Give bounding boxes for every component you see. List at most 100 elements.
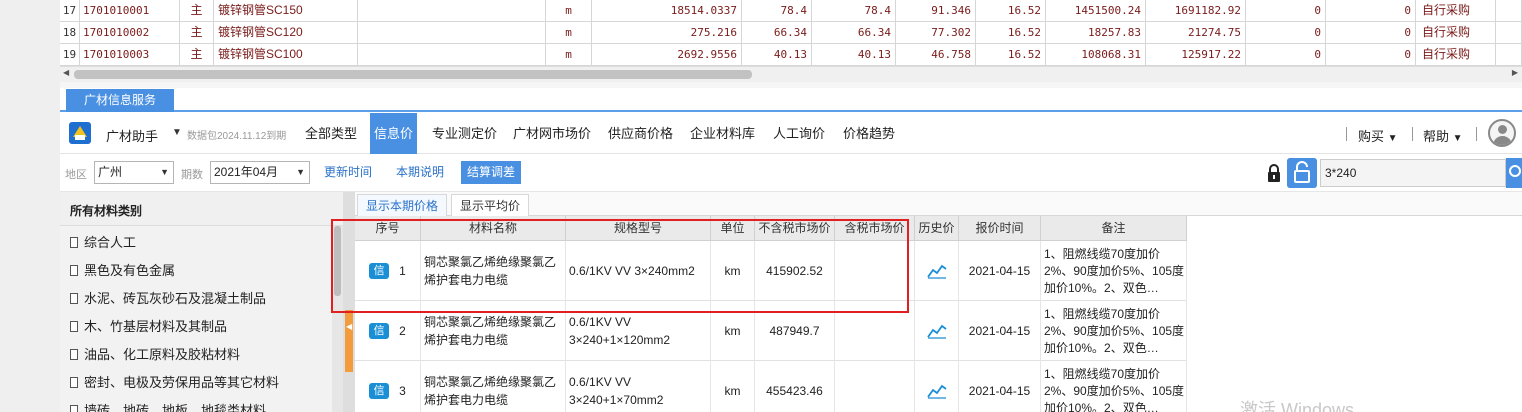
table-row[interactable]: 19 1701010003 主镀锌钢管SC100 m 2692.9556 40.13 40.… (60, 44, 1522, 66)
divider (1476, 127, 1477, 141)
table-cell: 125917.22 (1146, 44, 1246, 65)
scroll-right-arrow-icon[interactable]: ▶ (1512, 68, 1518, 77)
col-unit[interactable]: 单位 (711, 216, 755, 241)
tab-market-price[interactable]: 广材网市场价 (509, 113, 595, 154)
col-no[interactable]: 序号 (355, 216, 421, 241)
category-panel: 所有材料类别 综合人工 黑色及有色金属 水泥、砖瓦灰砂石及混凝土制品 木、竹基层… (60, 192, 343, 412)
guangcai-logo-icon (69, 122, 91, 144)
table-cell: 0 (1326, 0, 1416, 21)
buy-menu[interactable]: 购买 ▼ (1358, 126, 1398, 145)
settle-adjust-button[interactable]: 结算调差 (461, 161, 522, 184)
unit-cell: km (711, 241, 755, 301)
scrollbar-thumb[interactable] (334, 226, 341, 296)
table-cell (358, 0, 546, 21)
tab-average-price[interactable]: 显示平均价 (451, 194, 530, 216)
chevron-down-icon: ▼ (296, 167, 305, 177)
period-select[interactable]: 2021年04月 ▼ (210, 161, 310, 184)
price-subtabs: 显示本期价格 显示平均价 (355, 192, 1522, 216)
user-avatar-icon[interactable] (1488, 119, 1516, 147)
panel-splitter[interactable]: ◀ (343, 192, 355, 412)
tab-supplier-price[interactable]: 供应商价格 (604, 113, 677, 154)
tab-price-trend[interactable]: 价格趋势 (839, 113, 899, 154)
category-item[interactable]: 木、竹基层材料及其制品 (70, 316, 227, 336)
service-tabbar: 广材信息服务 (60, 88, 1522, 112)
table-cell: 主 (180, 44, 214, 65)
category-item[interactable]: 油品、化工原料及胶粘材料 (70, 344, 240, 364)
col-name[interactable]: 材料名称 (421, 216, 566, 241)
tab-manual-inquiry[interactable]: 人工询价 (769, 113, 829, 154)
col-history[interactable]: 历史价 (915, 216, 959, 241)
spec-cell: 0.6/1KV VV 3×240mm2 (566, 241, 711, 301)
category-scrollbar[interactable] (332, 226, 343, 412)
col-price-ex-tax[interactable]: 不含税市场价 (755, 216, 835, 241)
region-value: 广州 (98, 165, 123, 179)
table-cell: 镀锌钢管SC120 (214, 22, 358, 43)
note-cell: 1、阻燃线缆70度加价2%、90度加价5%、105度加价10%。2、双色… (1041, 361, 1187, 412)
lock-icon[interactable] (1263, 162, 1285, 184)
table-cell: 自行采购 (1416, 44, 1496, 65)
category-item[interactable]: 黑色及有色金属 (70, 260, 175, 280)
category-item-label: 黑色及有色金属 (84, 263, 176, 278)
category-item-label: 木、竹基层材料及其制品 (84, 319, 228, 334)
tab-material-info-service[interactable]: 广材信息服务 (66, 89, 174, 112)
scrollbar-thumb[interactable] (74, 70, 752, 79)
row-number: 1 (399, 264, 406, 278)
col-quote-date[interactable]: 报价时间 (959, 216, 1041, 241)
horizontal-scrollbar[interactable]: ◀ ▶ (60, 66, 1522, 82)
table-row[interactable]: 18 1701010002 主镀锌钢管SC120 m 275.216 66.34 66.34… (60, 22, 1522, 44)
buy-label: 购买 (1358, 129, 1385, 144)
unlock-icon[interactable] (1287, 158, 1317, 188)
tab-professional-price[interactable]: 专业测定价 (428, 113, 501, 154)
tab-all-types[interactable]: 全部类型 (301, 113, 361, 154)
collapse-handle[interactable] (345, 310, 353, 372)
col-price-in-tax[interactable]: 含税市场价 (835, 216, 915, 241)
category-item[interactable]: 水泥、砖瓦灰砂石及混凝土制品 (70, 288, 266, 308)
category-item[interactable]: 综合人工 (70, 232, 136, 252)
info-badge[interactable]: 信 (369, 383, 390, 399)
material-name-cell: 铜芯聚氯乙烯绝缘聚氯乙烯护套电力电缆 (421, 301, 566, 361)
table-cell: m (546, 0, 592, 21)
table-row[interactable]: 17 1701010001 主镀锌钢管SC150 m 18514.0337 78.4 78.… (60, 0, 1522, 22)
result-row[interactable]: 信 3 铜芯聚氯乙烯绝缘聚氯乙烯护套电力电缆 0.6/1KV VV 3×240+1×7… (355, 361, 1187, 412)
price-in-tax-cell (835, 361, 915, 412)
material-name-cell: 铜芯聚氯乙烯绝缘聚氯乙烯护套电力电缆 (421, 361, 566, 412)
tab-enterprise-library[interactable]: 企业材料库 (686, 113, 759, 154)
table-cell: 78.4 (812, 0, 896, 21)
unit-cell: km (711, 301, 755, 361)
history-cell (915, 241, 959, 301)
col-note[interactable]: 备注 (1041, 216, 1187, 241)
price-ex-tax-cell: 455423.46 (755, 361, 835, 412)
category-item[interactable]: 墙砖、地砖、地板、地毯类材料 (70, 400, 266, 412)
info-badge[interactable]: 信 (369, 263, 390, 279)
table-cell: m (546, 22, 592, 43)
app-menu-dropdown-icon[interactable]: ▼ (172, 127, 182, 138)
table-cell: 1701010001 (80, 0, 180, 21)
trend-chart-icon[interactable] (926, 263, 947, 279)
period-note-button[interactable]: 本期说明 (390, 161, 450, 184)
trend-chart-icon[interactable] (926, 323, 947, 339)
result-row[interactable]: 信 1 铜芯聚氯乙烯绝缘聚氯乙烯护套电力电缆 0.6/1KV VV 3×240mm2 k… (355, 241, 1187, 301)
table-cell: 46.758 (896, 44, 976, 65)
trend-chart-icon[interactable] (926, 383, 947, 399)
unit-cell: km (711, 361, 755, 412)
tab-current-price[interactable]: 显示本期价格 (357, 194, 448, 216)
table-cell: 18514.0337 (592, 0, 742, 21)
search-icon[interactable] (1506, 158, 1522, 188)
tab-info-price[interactable]: 信息价 (370, 113, 418, 154)
app-name[interactable]: 广材助手 (106, 126, 158, 145)
table-cell: 21274.75 (1146, 22, 1246, 43)
row-index-cell: 信2 (355, 301, 421, 361)
history-cell (915, 301, 959, 361)
scroll-left-arrow-icon[interactable]: ◀ (63, 68, 69, 77)
col-spec[interactable]: 规格型号 (566, 216, 711, 241)
region-select[interactable]: 广州 ▼ (94, 161, 174, 184)
result-row[interactable]: 信 2 铜芯聚氯乙烯绝缘聚氯乙烯护套电力电缆 0.6/1KV VV 3×240+1×1… (355, 301, 1187, 361)
history-cell (915, 361, 959, 412)
update-time-button[interactable]: 更新时间 (318, 161, 378, 184)
info-badge[interactable]: 信 (369, 323, 390, 339)
help-menu[interactable]: 帮助 ▼ (1423, 126, 1463, 145)
category-item-label: 水泥、砖瓦灰砂石及混凝土制品 (84, 291, 267, 306)
category-item[interactable]: 密封、电极及劳保用品等其它材料 (70, 372, 279, 392)
assistant-toolbar: 广材助手 ▼ 数据包2024.11.12到期 全部类型 信息价 专业测定价 广材… (60, 113, 1522, 154)
search-input[interactable]: 3*240 (1320, 159, 1506, 187)
